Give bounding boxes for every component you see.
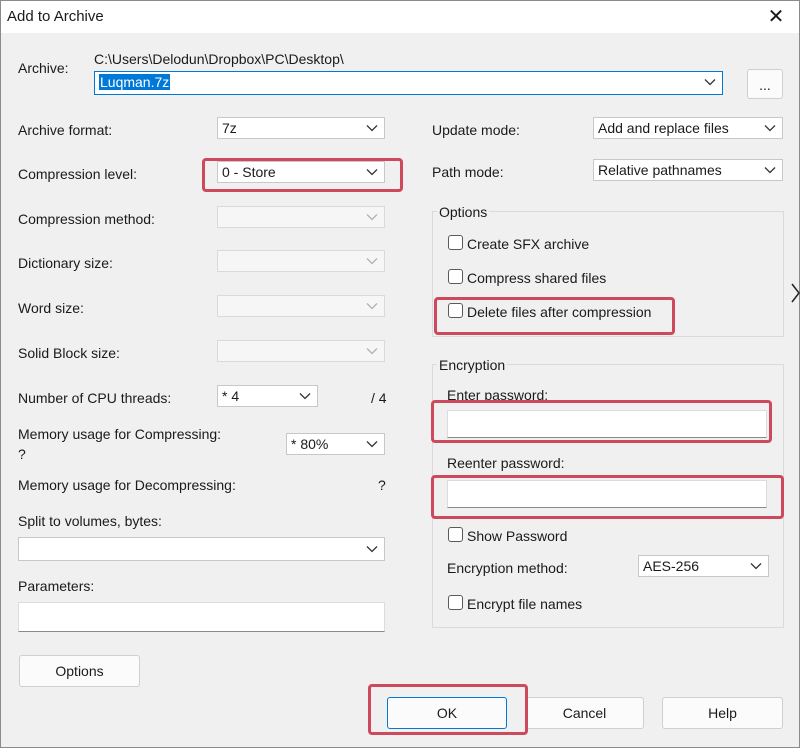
chevron-down-icon[interactable] (702, 72, 718, 92)
chevron-down-icon (364, 162, 380, 182)
archive-label: Archive: (18, 60, 69, 76)
cpu-threads-label: Number of CPU threads: (18, 390, 172, 406)
delete-after-checkbox[interactable] (448, 303, 463, 318)
reenter-password-label: Reenter password: (447, 455, 565, 471)
update-mode-label: Update mode: (432, 122, 520, 138)
chevron-down-icon (364, 341, 380, 361)
word-size-select[interactable] (217, 295, 385, 317)
options-button[interactable]: Options (19, 655, 140, 687)
chevron-down-icon (762, 160, 778, 180)
ok-button[interactable]: OK (387, 697, 507, 729)
compress-shared-label: Compress shared files (467, 270, 607, 286)
options-group-label: Options (437, 204, 490, 220)
create-sfx-checkbox[interactable] (448, 235, 463, 250)
parameters-input[interactable] (18, 602, 385, 632)
compression-method-label: Compression method: (18, 211, 155, 227)
encrypt-names-checkbox[interactable] (448, 595, 463, 610)
browse-button[interactable]: ... (747, 69, 783, 99)
archive-name-combo[interactable]: Luqman.7z (94, 71, 723, 95)
help-button[interactable]: Help (662, 697, 783, 729)
compression-level-select[interactable]: 0 - Store (217, 161, 385, 183)
compression-method-select[interactable] (217, 206, 385, 228)
archive-format-label: Archive format: (18, 122, 113, 138)
split-volumes-combo[interactable] (18, 537, 385, 561)
compression-level-label: Compression level: (18, 166, 138, 182)
chevron-down-icon (364, 434, 380, 454)
path-mode-select[interactable]: Relative pathnames (593, 159, 783, 181)
enter-password-label: Enter password: (447, 387, 549, 403)
chevron-down-icon (748, 556, 764, 576)
title-bar: Add to Archive ✕ (1, 1, 799, 33)
dictionary-size-select[interactable] (217, 250, 385, 272)
memory-compress-value: * 80% (291, 436, 329, 452)
show-password-checkbox[interactable] (448, 527, 463, 542)
encryption-method-select[interactable]: AES-256 (638, 555, 769, 577)
archive-format-select[interactable]: 7z (217, 117, 385, 139)
update-mode-select[interactable]: Add and replace files (593, 117, 783, 139)
archive-name-value: Luqman.7z (99, 74, 171, 90)
memory-decompress-label: Memory usage for Decompressing: (18, 477, 236, 493)
memory-decompress-question: ? (378, 477, 386, 493)
create-sfx-label: Create SFX archive (467, 236, 590, 252)
chevron-down-icon (297, 386, 313, 406)
cursor-icon (791, 283, 800, 303)
close-icon[interactable]: ✕ (753, 1, 799, 33)
delete-after-label: Delete files after compression (467, 304, 652, 320)
encryption-method-label: Encryption method: (447, 560, 568, 576)
add-to-archive-dialog: Add to Archive ✕ Archive: C:\Users\Delod… (0, 0, 800, 748)
solid-block-size-label: Solid Block size: (18, 345, 120, 361)
show-password-label: Show Password (467, 528, 568, 544)
encrypt-names-label: Encrypt file names (467, 596, 583, 612)
cpu-threads-select[interactable]: * 4 (217, 385, 318, 407)
chevron-down-icon (364, 118, 380, 138)
parameters-label: Parameters: (18, 578, 95, 594)
chevron-down-icon (364, 296, 380, 316)
enter-password-input[interactable] (447, 410, 767, 438)
window-title: Add to Archive (7, 8, 104, 25)
cancel-button[interactable]: Cancel (525, 697, 644, 729)
chevron-down-icon (364, 207, 380, 227)
update-mode-value: Add and replace files (598, 120, 729, 136)
compression-level-value: 0 - Store (222, 164, 276, 180)
archive-format-value: 7z (222, 120, 237, 136)
encryption-group-label: Encryption (437, 357, 508, 373)
chevron-down-icon[interactable] (364, 538, 380, 560)
dictionary-size-label: Dictionary size: (18, 255, 113, 271)
cpu-threads-max: / 4 (371, 390, 387, 406)
compress-shared-checkbox[interactable] (448, 269, 463, 284)
solid-block-size-select[interactable] (217, 340, 385, 362)
encryption-method-value: AES-256 (643, 558, 700, 574)
cpu-threads-value: * 4 (222, 388, 240, 404)
path-mode-label: Path mode: (432, 164, 504, 180)
memory-compress-select[interactable]: * 80% (286, 433, 385, 455)
path-mode-value: Relative pathnames (598, 162, 722, 178)
memory-compress-label: Memory usage for Compressing: (18, 426, 222, 442)
word-size-label: Word size: (18, 300, 84, 316)
archive-path: C:\Users\Delodun\Dropbox\PC\Desktop\ (94, 51, 344, 67)
split-volumes-label: Split to volumes, bytes: (18, 513, 162, 529)
chevron-down-icon (762, 118, 778, 138)
chevron-down-icon (364, 251, 380, 271)
memory-compress-question: ? (18, 446, 26, 462)
reenter-password-input[interactable] (447, 480, 767, 508)
